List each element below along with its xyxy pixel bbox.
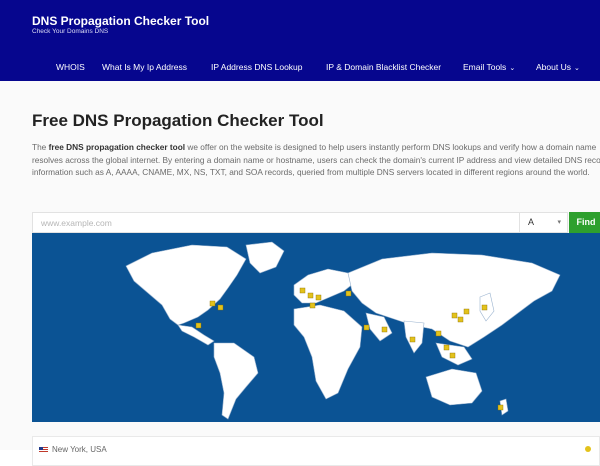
nav-item-what-is-my-ip[interactable]: What Is My Ip Address	[102, 62, 187, 72]
record-type-value: A	[528, 217, 535, 227]
map-marker-icon[interactable]	[435, 330, 442, 337]
intro-paragraph: The free DNS propagation checker tool we…	[32, 142, 600, 178]
main-content: Free DNS Propagation Checker Tool The fr…	[0, 81, 600, 466]
nav-item-blacklist-checker[interactable]: IP & Domain Blacklist Checker	[326, 62, 441, 72]
map-marker-icon[interactable]	[497, 404, 504, 411]
site-tagline: Check Your Domains DNS	[32, 28, 109, 35]
map-marker-icon[interactable]	[481, 304, 488, 311]
map-marker-icon[interactable]	[381, 326, 388, 333]
site-header: DNS Propagation Checker Tool Check Your …	[0, 0, 600, 81]
world-map	[32, 233, 600, 422]
map-marker-icon[interactable]	[449, 352, 456, 359]
chevron-down-icon: ⌄	[509, 65, 516, 72]
status-indicator	[585, 446, 591, 452]
world-map-svg	[32, 233, 600, 422]
nav-item-email-tools[interactable]: Email Tools ⌄	[463, 62, 515, 72]
chevron-down-icon: ⌄	[573, 65, 580, 72]
map-marker-icon[interactable]	[309, 302, 316, 309]
chevron-down-icon: ▾	[557, 219, 561, 226]
domain-input[interactable]	[32, 212, 520, 233]
intro-highlight: free DNS propagation checker tool	[48, 142, 186, 152]
map-marker-icon[interactable]	[345, 290, 352, 297]
nav-item-whois[interactable]: WHOIS	[56, 62, 85, 72]
map-marker-icon[interactable]	[209, 300, 216, 307]
results-list: New York, USA	[32, 436, 600, 466]
map-marker-icon[interactable]	[307, 292, 314, 299]
map-marker-icon[interactable]	[195, 322, 202, 329]
page-title: Free DNS Propagation Checker Tool	[32, 111, 324, 130]
lookup-form: A ▾ Find	[32, 212, 600, 233]
map-marker-icon[interactable]	[409, 336, 416, 343]
record-type-select[interactable]: A ▾	[520, 212, 568, 233]
find-button[interactable]: Find	[569, 212, 600, 233]
nav-item-about-us[interactable]: About Us ⌄	[536, 62, 580, 72]
map-marker-icon[interactable]	[451, 312, 458, 319]
map-marker-icon[interactable]	[217, 304, 224, 311]
map-marker-icon[interactable]	[315, 294, 322, 301]
nav-item-ip-dns-lookup[interactable]: IP Address DNS Lookup	[211, 62, 303, 72]
map-marker-icon[interactable]	[463, 308, 470, 315]
map-marker-icon[interactable]	[457, 316, 464, 323]
map-marker-icon[interactable]	[443, 344, 450, 351]
site-title[interactable]: DNS Propagation Checker Tool	[32, 14, 209, 28]
map-marker-icon[interactable]	[363, 324, 370, 331]
map-marker-icon[interactable]	[299, 287, 306, 294]
main-nav: WHOIS What Is My Ip Address IP Address D…	[0, 62, 600, 74]
